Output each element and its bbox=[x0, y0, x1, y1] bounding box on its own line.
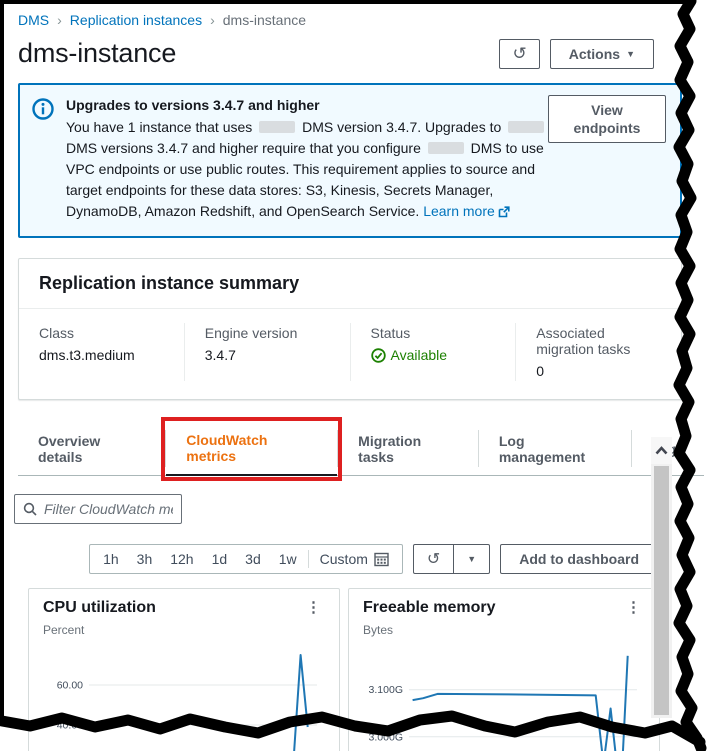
summary-card-title: Replication instance summary bbox=[19, 259, 681, 309]
filter-metrics-input[interactable] bbox=[44, 501, 173, 517]
svg-text:3.000G: 3.000G bbox=[369, 731, 403, 743]
chart-title: CPU utilization bbox=[43, 599, 156, 617]
breadcrumb-dms[interactable]: DMS bbox=[18, 12, 49, 28]
cpu-utilization-line-chart: 20.0040.0060.0019:0020:0021:00 bbox=[43, 637, 325, 751]
field-label: Status bbox=[371, 325, 496, 341]
banner-body-text: DMS version 3.4.7. Upgrades to bbox=[302, 119, 501, 135]
refresh-metrics-button[interactable]: ↺ bbox=[414, 545, 453, 573]
status-badge: Available bbox=[391, 347, 448, 363]
tab-migration-tasks[interactable]: Migration tasks bbox=[338, 422, 478, 475]
field-value: 0 bbox=[536, 363, 661, 379]
info-icon bbox=[32, 95, 66, 224]
chart-unit-label: Bytes bbox=[363, 623, 645, 637]
refresh-icon: ↺ bbox=[427, 549, 440, 569]
refresh-options-dropdown[interactable]: ▼ bbox=[454, 545, 489, 573]
field-label: Class bbox=[39, 325, 164, 341]
upgrade-info-banner: Upgrades to versions 3.4.7 and higher Yo… bbox=[18, 83, 682, 238]
chevron-up-icon bbox=[655, 446, 668, 455]
tab-bar: Overview details CloudWatch metrics Migr… bbox=[18, 422, 704, 476]
field-label: Engine version bbox=[205, 325, 330, 341]
filter-metrics-searchbox[interactable] bbox=[14, 494, 182, 524]
add-to-dashboard-button[interactable]: Add to dashboard bbox=[500, 544, 658, 574]
vertical-scrollbar[interactable] bbox=[651, 437, 672, 718]
learn-more-link[interactable]: Learn more bbox=[423, 203, 495, 219]
kebab-menu-icon[interactable]: ⋮ bbox=[302, 601, 325, 615]
banner-body-text: DMS versions 3.4.7 and higher require th… bbox=[66, 140, 421, 156]
summary-field-class: Class dms.t3.medium bbox=[19, 323, 184, 381]
freeable-memory-line-chart: 2.900G3.000G3.100G19:0020:0021:00 bbox=[363, 637, 645, 751]
chart-unit-label: Percent bbox=[43, 623, 325, 637]
field-value: 3.4.7 bbox=[205, 347, 330, 363]
tab-cloudwatch-metrics[interactable]: CloudWatch metrics bbox=[166, 422, 337, 476]
summary-field-migration-tasks: Associated migration tasks 0 bbox=[515, 323, 681, 381]
svg-text:60.00: 60.00 bbox=[57, 680, 83, 692]
chevron-right-icon: › bbox=[57, 12, 62, 28]
breadcrumb: DMS › Replication instances › dms-instan… bbox=[18, 12, 682, 28]
caret-down-icon: ▼ bbox=[467, 554, 476, 564]
time-range-3h[interactable]: 3h bbox=[128, 547, 162, 571]
time-range-1w[interactable]: 1w bbox=[270, 547, 306, 571]
replication-instance-summary-card: Replication instance summary Class dms.t… bbox=[18, 258, 682, 400]
svg-text:40.00: 40.00 bbox=[57, 720, 83, 732]
tab-log-management[interactable]: Log management bbox=[479, 422, 632, 475]
redacted-text bbox=[508, 121, 544, 133]
time-range-12h[interactable]: 12h bbox=[161, 547, 202, 571]
time-range-3d[interactable]: 3d bbox=[236, 547, 270, 571]
banner-title: Upgrades to versions 3.4.7 and higher bbox=[66, 95, 548, 116]
time-range-custom[interactable]: Custom bbox=[311, 547, 398, 571]
caret-down-icon: ▼ bbox=[626, 45, 635, 63]
kebab-menu-icon[interactable]: ⋮ bbox=[622, 601, 645, 615]
scroll-up-button[interactable] bbox=[651, 437, 672, 464]
redacted-text bbox=[259, 121, 295, 133]
summary-grid: Class dms.t3.medium Engine version 3.4.7… bbox=[19, 309, 681, 399]
banner-body-text: You have 1 instance that uses bbox=[66, 119, 252, 135]
time-range-group: 1h 3h 12h 1d 3d 1w Custom bbox=[89, 544, 403, 574]
refresh-icon: ↺ bbox=[512, 45, 526, 63]
cpu-utilization-chart-card: CPU utilization ⋮ Percent 20.0040.0060.0… bbox=[28, 588, 340, 751]
banner-text: Upgrades to versions 3.4.7 and higher Yo… bbox=[66, 95, 548, 224]
aws-console-screen: DMS › Replication instances › dms-instan… bbox=[0, 0, 709, 751]
page-title: dms-instance bbox=[18, 38, 176, 69]
refresh-split-button: ↺ ▼ bbox=[413, 544, 490, 574]
tab-overview-details[interactable]: Overview details bbox=[18, 422, 165, 475]
check-circle-icon bbox=[371, 348, 386, 363]
metrics-toolbar: 1h 3h 12h 1d 3d 1w Custom bbox=[18, 544, 658, 574]
segment-divider bbox=[308, 550, 309, 568]
time-range-1d[interactable]: 1d bbox=[203, 547, 237, 571]
time-range-1h[interactable]: 1h bbox=[94, 547, 128, 571]
scrollbar-thumb[interactable] bbox=[654, 466, 669, 715]
field-value: dms.t3.medium bbox=[39, 347, 164, 363]
calendar-icon bbox=[374, 552, 389, 567]
field-label: Associated migration tasks bbox=[536, 325, 661, 357]
banner-body: You have 1 instance that uses DMS versio… bbox=[66, 117, 548, 224]
freeable-memory-chart-card: Freeable memory ⋮ Bytes 2.900G3.000G3.10… bbox=[348, 588, 660, 751]
external-link-icon bbox=[498, 203, 510, 224]
breadcrumb-current: dms-instance bbox=[223, 12, 306, 28]
breadcrumb-replication-instances[interactable]: Replication instances bbox=[70, 12, 202, 28]
refresh-button[interactable]: ↺ bbox=[499, 39, 539, 69]
summary-field-engine-version: Engine version 3.4.7 bbox=[184, 323, 350, 381]
actions-button[interactable]: Actions ▼ bbox=[550, 39, 654, 69]
custom-range-label: Custom bbox=[320, 551, 368, 567]
redacted-text bbox=[428, 142, 464, 154]
summary-field-status: Status Available bbox=[350, 323, 516, 381]
actions-button-label: Actions bbox=[569, 45, 620, 63]
svg-text:3.100G: 3.100G bbox=[369, 684, 403, 696]
search-icon bbox=[23, 502, 37, 516]
metrics-charts-row: CPU utilization ⋮ Percent 20.0040.0060.0… bbox=[18, 588, 666, 751]
chevron-right-icon: › bbox=[210, 12, 215, 28]
page-header: dms-instance ↺ Actions ▼ bbox=[18, 38, 682, 69]
chart-title: Freeable memory bbox=[363, 599, 496, 617]
view-endpoints-button[interactable]: View endpoints bbox=[548, 95, 666, 143]
